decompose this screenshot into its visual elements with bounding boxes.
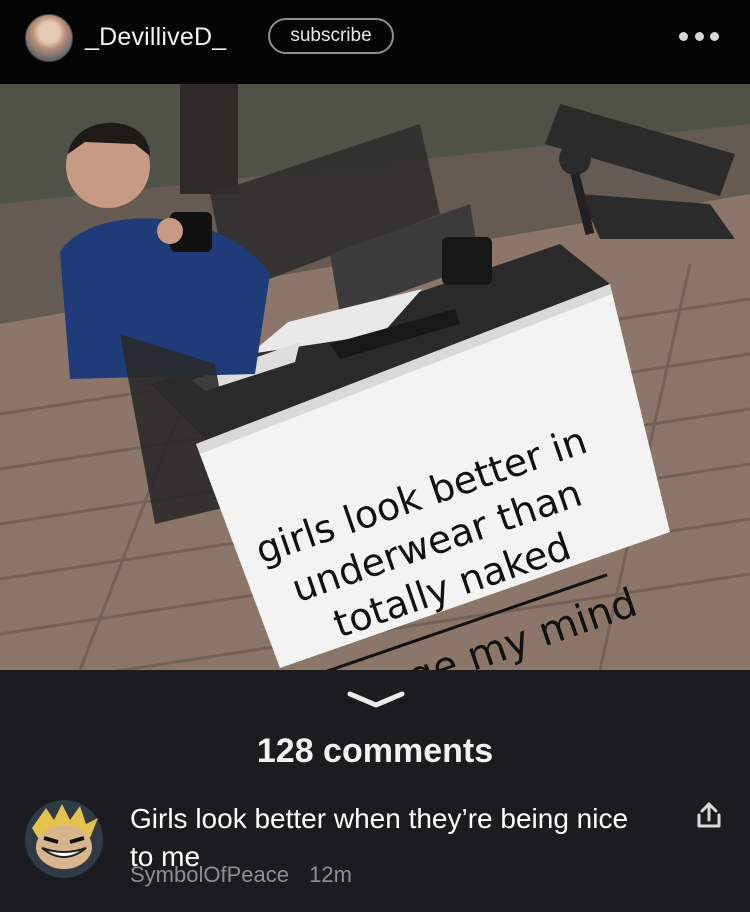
subscribe-button[interactable]: subscribe [268, 18, 394, 54]
user-avatar[interactable] [25, 14, 73, 62]
post-header: _DevilliveD_ subscribe [0, 0, 750, 84]
username[interactable]: _DevilliveD_ [85, 23, 226, 52]
more-dots-icon[interactable] [679, 28, 719, 44]
dot [694, 31, 704, 41]
comments-count[interactable]: 128 comments [0, 732, 750, 771]
comment-author[interactable]: SymbolOfPeace [130, 862, 289, 887]
share-icon[interactable] [695, 800, 723, 830]
commenter-avatar[interactable] [24, 800, 104, 878]
comment-time: 12m [309, 862, 352, 887]
chevron-down-icon[interactable] [345, 690, 407, 710]
dot [710, 31, 719, 41]
post-image[interactable]: girls look better in underwear than tota… [0, 84, 750, 670]
comment-meta: SymbolOfPeace 12m [130, 862, 352, 888]
dot [679, 31, 688, 41]
